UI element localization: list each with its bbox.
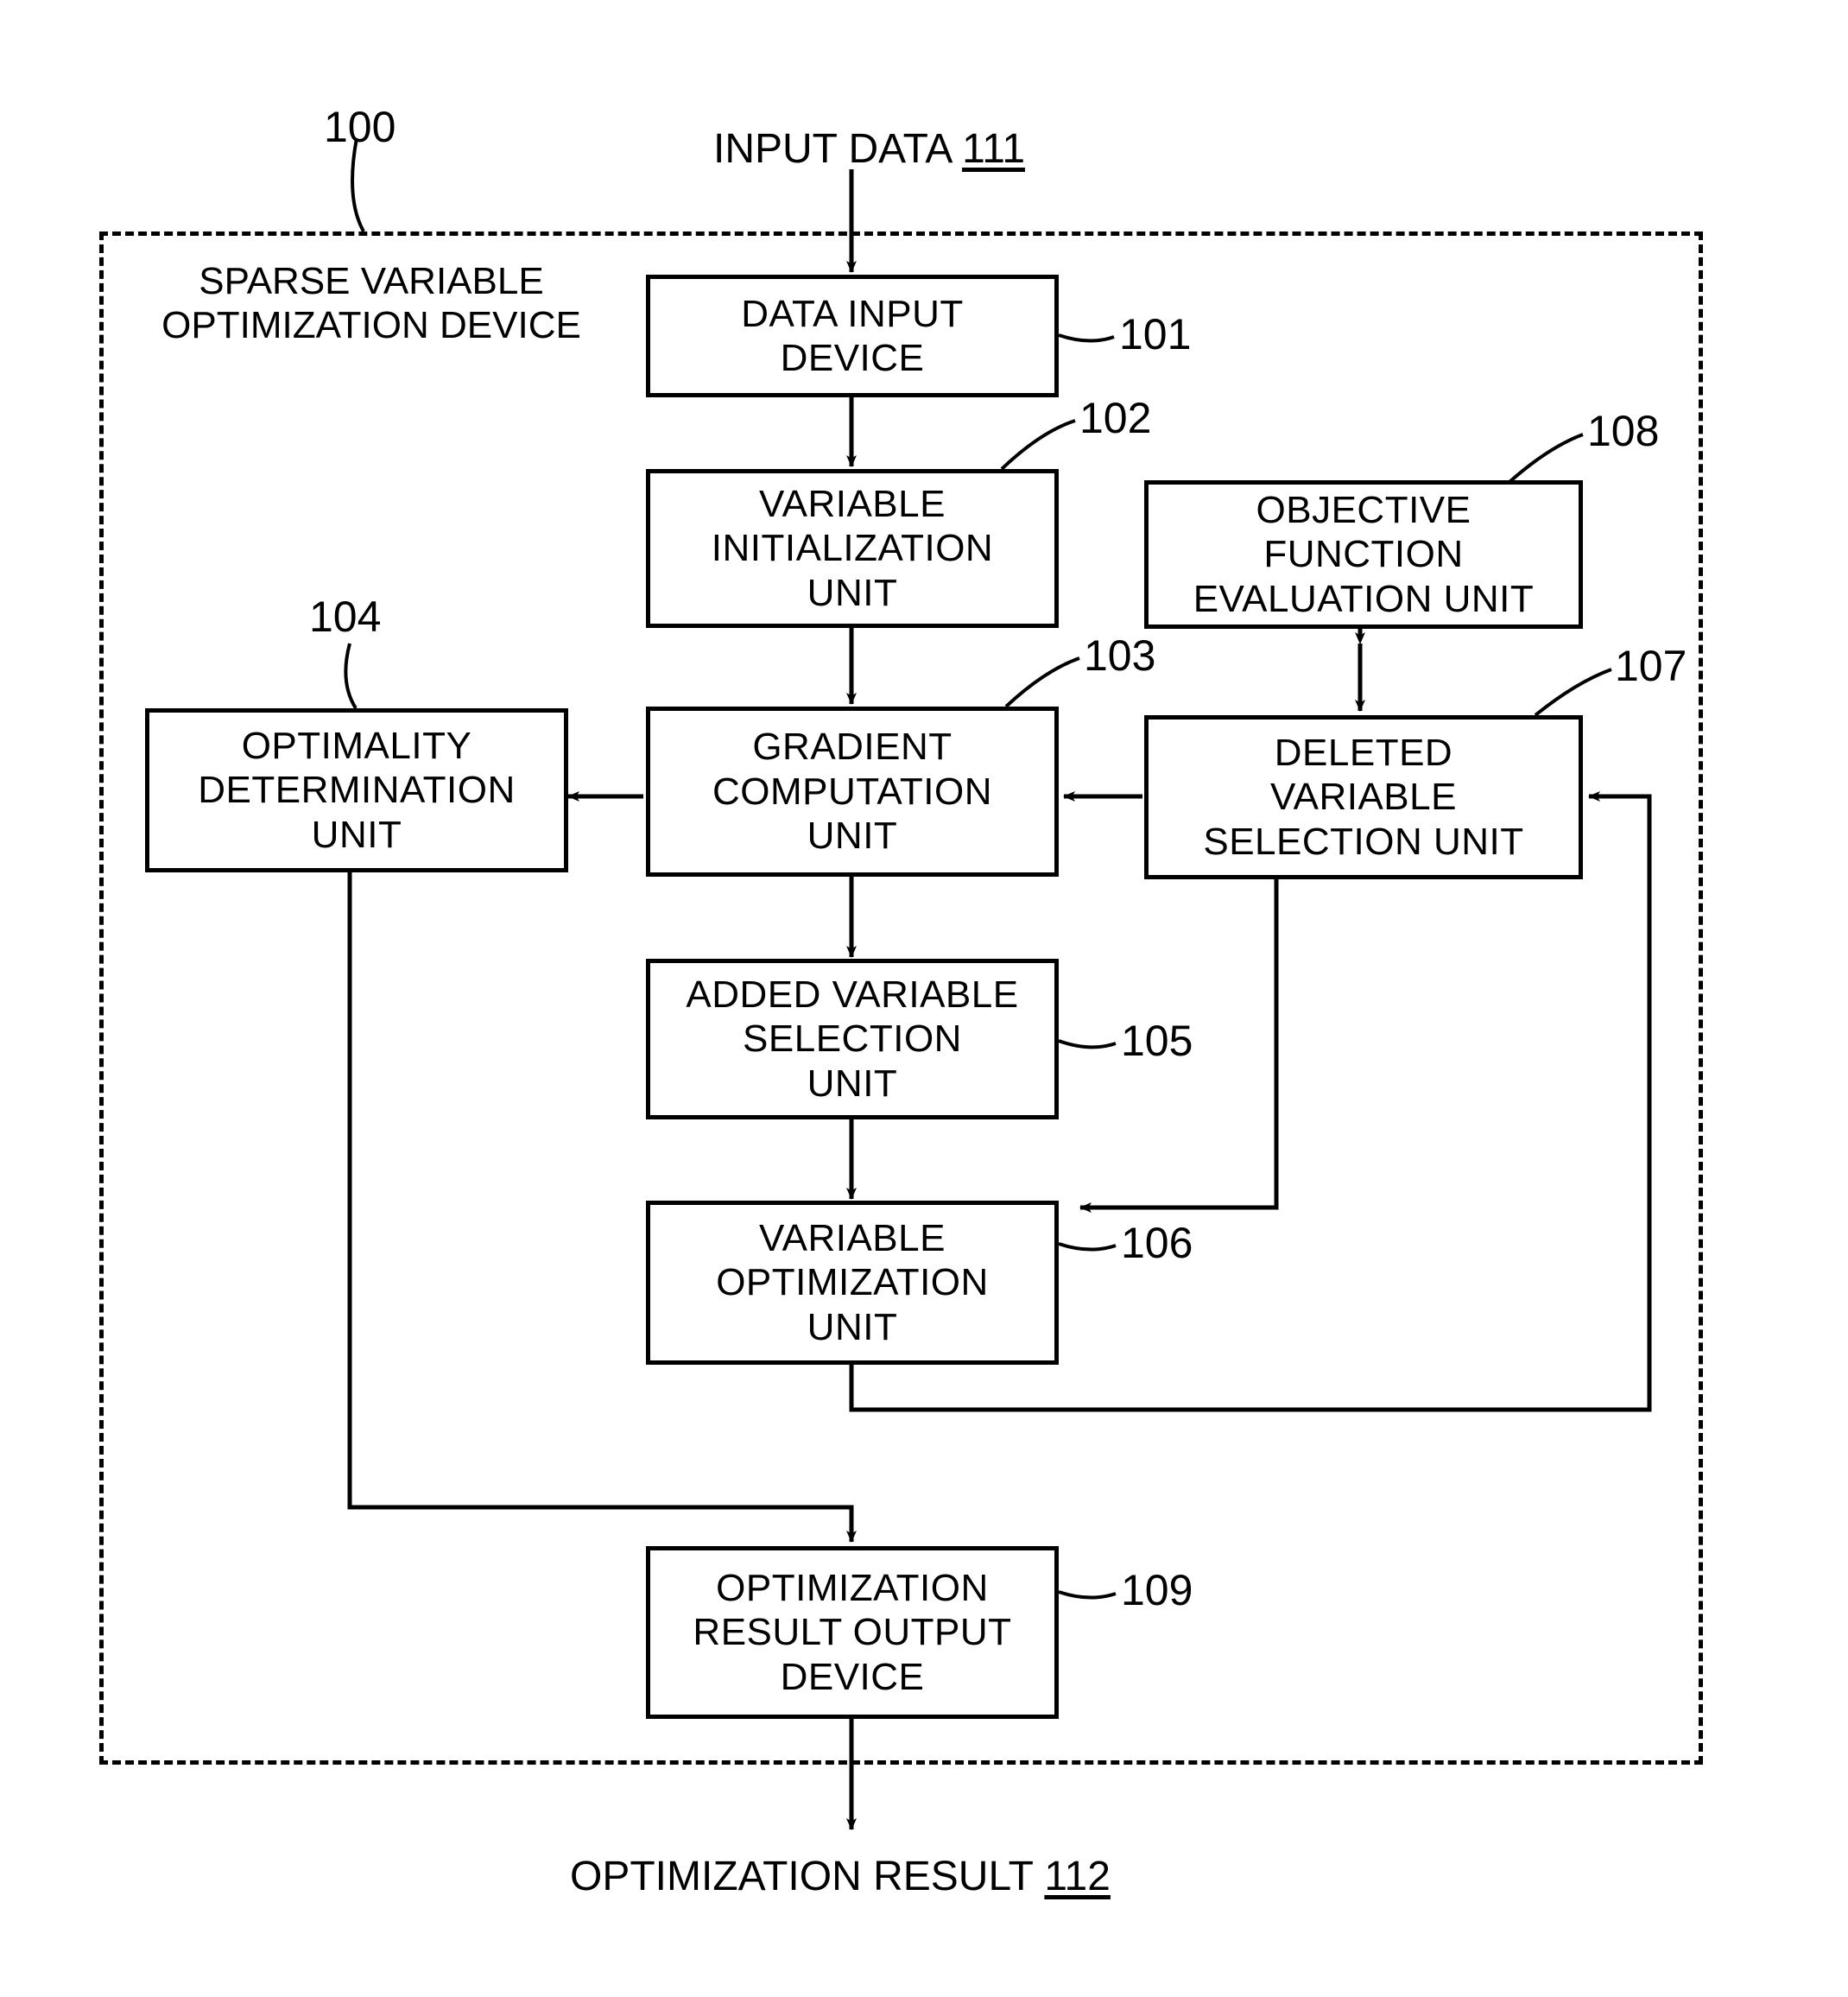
- figure-canvas: 100 SPARSE VARIABLE OPTIMIZATION DEVICE …: [0, 0, 1848, 1997]
- ref-number-106: 106: [1121, 1219, 1193, 1267]
- leader-100: [351, 137, 365, 232]
- input-data-ref: 111: [962, 126, 1026, 172]
- ref-number-107: 107: [1615, 642, 1687, 690]
- ref-number-103: 103: [1084, 631, 1156, 680]
- block-objective-function-evaluation-unit[interactable]: OBJECTIVE FUNCTION EVALUATION UNIT: [1144, 480, 1583, 629]
- input-data-label: INPUT DATA 111: [713, 125, 1025, 173]
- ref-number-101: 101: [1119, 310, 1192, 358]
- block-optimization-result-output-device[interactable]: OPTIMIZATION RESULT OUTPUT DEVICE: [646, 1546, 1059, 1719]
- block-deleted-variable-selection-unit[interactable]: DELETED VARIABLE SELECTION UNIT: [1144, 715, 1583, 879]
- ref-number-102: 102: [1079, 394, 1152, 442]
- device-title: SPARSE VARIABLE OPTIMIZATION DEVICE: [161, 260, 581, 347]
- block-optimality-determination-unit[interactable]: OPTIMALITY DETERMINATION UNIT: [145, 708, 568, 872]
- input-data-text: INPUT DATA: [713, 126, 951, 172]
- block-gradient-computation-unit[interactable]: GRADIENT COMPUTATION UNIT: [646, 707, 1059, 877]
- ref-number-108: 108: [1587, 407, 1660, 455]
- ref-number-100: 100: [324, 103, 396, 151]
- block-variable-optimization-unit[interactable]: VARIABLE OPTIMIZATION UNIT: [646, 1201, 1059, 1365]
- block-data-input-device[interactable]: DATA INPUT DEVICE: [646, 275, 1059, 397]
- optimization-result-label: OPTIMIZATION RESULT 112: [570, 1853, 1111, 1900]
- block-added-variable-selection-unit[interactable]: ADDED VARIABLE SELECTION UNIT: [646, 959, 1059, 1119]
- ref-number-109: 109: [1121, 1566, 1193, 1614]
- ref-number-105: 105: [1121, 1017, 1193, 1065]
- ref-number-104: 104: [309, 593, 382, 641]
- optimization-result-text: OPTIMIZATION RESULT: [570, 1854, 1034, 1899]
- optimization-result-ref: 112: [1044, 1854, 1111, 1899]
- block-variable-initialization-unit[interactable]: VARIABLE INITIALIZATION UNIT: [646, 469, 1059, 628]
